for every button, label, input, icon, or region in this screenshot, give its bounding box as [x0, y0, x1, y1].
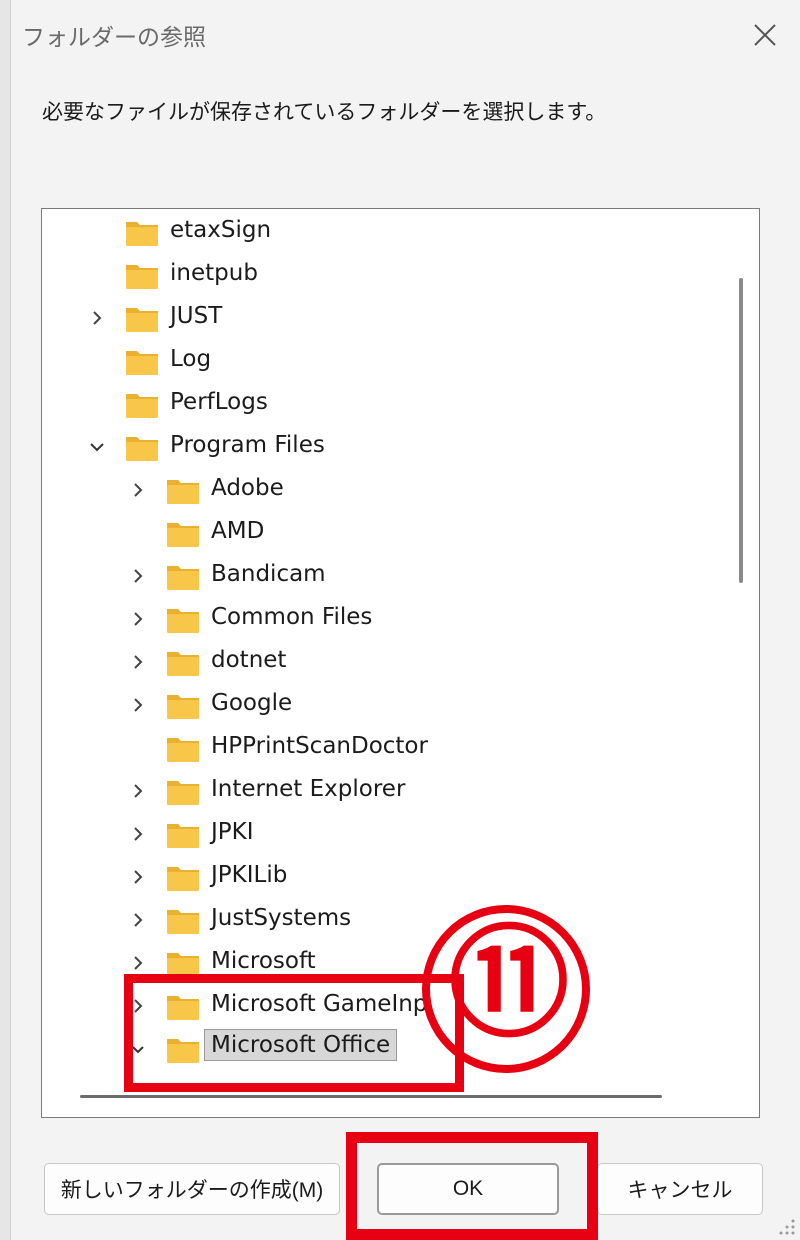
- folder-icon: [124, 304, 160, 334]
- chevron-right-icon[interactable]: [127, 694, 149, 716]
- chevron-right-icon[interactable]: [127, 866, 149, 888]
- tree-item[interactable]: JPKI: [42, 813, 722, 856]
- chevron-right-icon[interactable]: [86, 307, 108, 329]
- folder-icon: [165, 691, 201, 721]
- tree-item-label: Adobe: [211, 475, 284, 501]
- folder-icon: [165, 476, 201, 506]
- tree-item[interactable]: dotnet: [42, 641, 722, 684]
- folder-icon: [165, 562, 201, 592]
- tree-item-label: JPKILib: [211, 862, 288, 888]
- chevron-right-icon[interactable]: [127, 608, 149, 630]
- title-bar: フォルダーの参照: [0, 0, 800, 70]
- close-icon: [754, 24, 776, 46]
- tree-item[interactable]: HPPrintScanDoctor: [42, 727, 722, 770]
- folder-icon: [124, 218, 160, 248]
- tree-item[interactable]: Bandicam: [42, 555, 722, 598]
- folder-icon: [165, 906, 201, 936]
- tree-item-label: HPPrintScanDoctor: [211, 733, 428, 759]
- tree-item[interactable]: AMD: [42, 512, 722, 555]
- chevron-right-icon[interactable]: [127, 952, 149, 974]
- tree-item-label: JPKI: [211, 819, 254, 845]
- chevron-right-icon[interactable]: [127, 565, 149, 587]
- chevron-right-icon[interactable]: [127, 909, 149, 931]
- tree-item-label: AMD: [211, 518, 265, 544]
- folder-icon: [165, 863, 201, 893]
- tree-item-label: Bandicam: [211, 561, 326, 587]
- tree-item-label: JUST: [170, 303, 223, 329]
- annotation-highlight-selected-folder: [124, 974, 464, 1092]
- annotation-step-number: ⑪: [449, 915, 569, 1054]
- tree-item[interactable]: Google: [42, 684, 722, 727]
- tree-item-label: etaxSign: [170, 217, 272, 243]
- tree-item-label: dotnet: [211, 647, 287, 673]
- tree-item[interactable]: PerfLogs: [42, 383, 722, 426]
- tree-item[interactable]: Internet Explorer: [42, 770, 722, 813]
- tree-item[interactable]: JustSystems: [42, 899, 722, 942]
- tree-item-label: inetpub: [170, 260, 258, 286]
- new-folder-button[interactable]: 新しいフォルダーの作成(M): [44, 1163, 340, 1215]
- tree-item[interactable]: Log: [42, 340, 722, 383]
- instruction-text: 必要なファイルが保存されているフォルダーを選択します。: [42, 100, 607, 124]
- tree-item-label: Internet Explorer: [211, 776, 406, 802]
- folder-icon: [124, 261, 160, 291]
- tree-item[interactable]: inetpub: [42, 254, 722, 297]
- tree-item[interactable]: JPKILib: [42, 856, 722, 899]
- tree-item-label: Log: [170, 346, 212, 372]
- vertical-scrollbar-thumb[interactable]: [739, 278, 743, 583]
- tree-item-label: Program Files: [170, 432, 325, 458]
- cancel-button[interactable]: キャンセル: [597, 1163, 763, 1215]
- tree-item[interactable]: etaxSign: [42, 211, 722, 254]
- folder-icon: [165, 777, 201, 807]
- folder-icon: [124, 347, 160, 377]
- folder-browse-dialog: フォルダーの参照 必要なファイルが保存されているフォルダーを選択します。 eta…: [0, 0, 800, 1240]
- folder-icon: [165, 820, 201, 850]
- dialog-title: フォルダーの参照: [22, 25, 206, 51]
- chevron-right-icon[interactable]: [127, 479, 149, 501]
- tree-item[interactable]: Program Files: [42, 426, 722, 469]
- resize-grip-icon[interactable]: [778, 1218, 796, 1236]
- tree-item[interactable]: Common Files: [42, 598, 722, 641]
- tree-item-label: JustSystems: [211, 905, 352, 931]
- tree-item[interactable]: JUST: [42, 297, 722, 340]
- folder-icon: [165, 648, 201, 678]
- folder-icon: [165, 734, 201, 764]
- background-window-edge: [0, 0, 11, 1240]
- tree-item-label: PerfLogs: [170, 389, 268, 415]
- chevron-down-icon[interactable]: [86, 436, 108, 458]
- chevron-right-icon[interactable]: [127, 780, 149, 802]
- folder-icon: [124, 390, 160, 420]
- chevron-right-icon[interactable]: [127, 651, 149, 673]
- annotation-highlight-ok-button: [346, 1132, 598, 1240]
- tree-item-label: Microsoft: [211, 948, 316, 974]
- folder-icon: [165, 519, 201, 549]
- horizontal-scrollbar-thumb[interactable]: [80, 1095, 662, 1098]
- tree-item[interactable]: Adobe: [42, 469, 722, 512]
- tree-item-label: Google: [211, 690, 293, 716]
- folder-icon: [165, 605, 201, 635]
- chevron-right-icon[interactable]: [127, 823, 149, 845]
- tree-item-label: Common Files: [211, 604, 373, 630]
- close-button[interactable]: [745, 15, 785, 55]
- folder-icon: [124, 433, 160, 463]
